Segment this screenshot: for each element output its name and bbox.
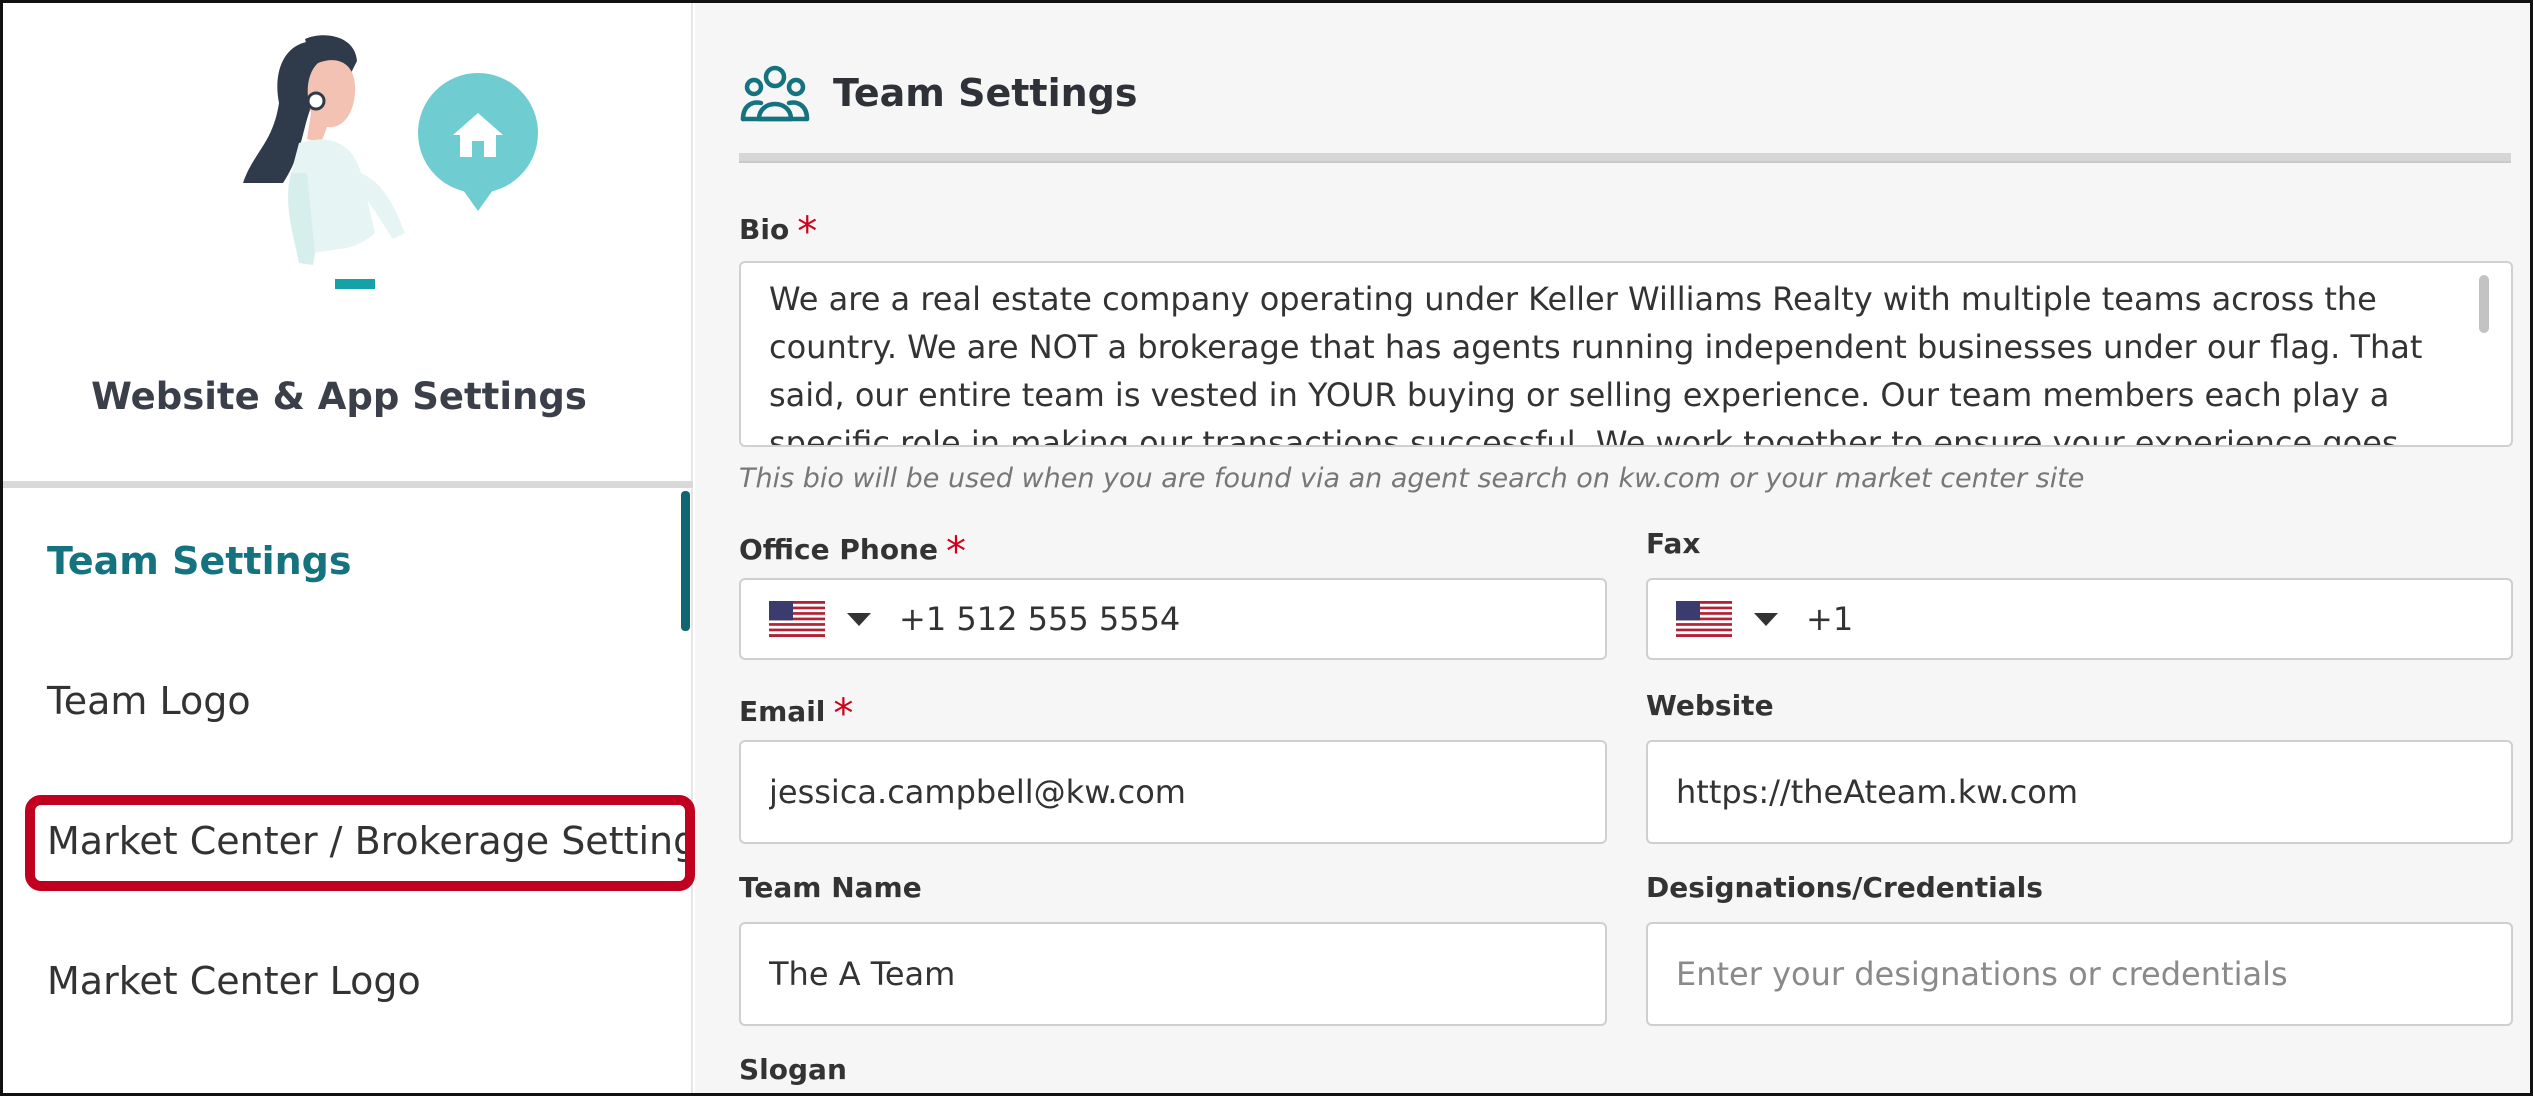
- office-phone-label: Office Phone *: [739, 523, 966, 575]
- website-field[interactable]: [1646, 740, 2513, 844]
- slogan-label: Slogan: [739, 1053, 847, 1086]
- active-indicator: [681, 491, 690, 631]
- sidebar-title: Website & App Settings: [91, 375, 587, 418]
- agent-illustration: [243, 35, 538, 289]
- bio-text[interactable]: We are a real estate company operating u…: [769, 275, 2451, 445]
- designations-input[interactable]: [1676, 924, 2511, 1024]
- sidebar-item-market-center-logo[interactable]: Market Center Logo: [47, 959, 421, 1003]
- team-name-label: Team Name: [739, 871, 922, 904]
- us-flag-icon: [769, 601, 825, 637]
- team-settings-panel: Team Settings Bio * We are a real estate …: [695, 3, 2530, 1093]
- header-divider: [739, 153, 2511, 163]
- panel-header: Team Settings: [739, 63, 1137, 123]
- email-label-text: Email: [739, 695, 826, 728]
- bio-hint: This bio will be used when you are found…: [739, 463, 2085, 494]
- email-field[interactable]: [739, 740, 1607, 844]
- email-input[interactable]: [769, 742, 1605, 842]
- team-name-field[interactable]: [739, 922, 1607, 1026]
- office-phone-field[interactable]: [739, 578, 1607, 660]
- bio-label-text: Bio: [739, 213, 790, 246]
- required-mark: *: [833, 691, 854, 737]
- email-label: Email *: [739, 685, 853, 737]
- chevron-down-icon[interactable]: [847, 612, 871, 626]
- bio-textarea[interactable]: We are a real estate company operating u…: [739, 261, 2513, 447]
- designations-field[interactable]: [1646, 922, 2513, 1026]
- fax-field[interactable]: [1646, 578, 2513, 660]
- team-icon: [740, 65, 810, 122]
- highlight-annotation: [25, 795, 695, 891]
- office-phone-input[interactable]: [899, 580, 1605, 658]
- country-selector[interactable]: [1676, 601, 1806, 637]
- chevron-down-icon[interactable]: [1754, 612, 1778, 626]
- website-label: Website: [1646, 689, 1774, 722]
- us-flag-icon: [1676, 601, 1732, 637]
- website-input[interactable]: [1676, 742, 2511, 842]
- fax-label: Fax: [1646, 527, 1701, 560]
- team-name-input[interactable]: [769, 924, 1605, 1024]
- office-phone-label-text: Office Phone: [739, 533, 938, 566]
- sidebar-item-team-settings[interactable]: Team Settings: [47, 539, 351, 583]
- country-selector[interactable]: [769, 601, 899, 637]
- sidebar: Website & App Settings Team Settings Tea…: [3, 3, 717, 1093]
- app-frame: Website & App Settings Team Settings Tea…: [0, 0, 2533, 1096]
- sidebar-divider: [3, 481, 693, 488]
- bio-scrollbar[interactable]: [2479, 275, 2489, 333]
- bio-label: Bio *: [739, 203, 817, 255]
- page-title: Team Settings: [833, 71, 1138, 115]
- required-mark: *: [945, 529, 966, 575]
- designations-label: Designations/Credentials: [1646, 871, 2043, 904]
- sidebar-item-team-logo[interactable]: Team Logo: [47, 679, 251, 723]
- required-mark: *: [797, 209, 818, 255]
- fax-input[interactable]: [1806, 580, 2511, 658]
